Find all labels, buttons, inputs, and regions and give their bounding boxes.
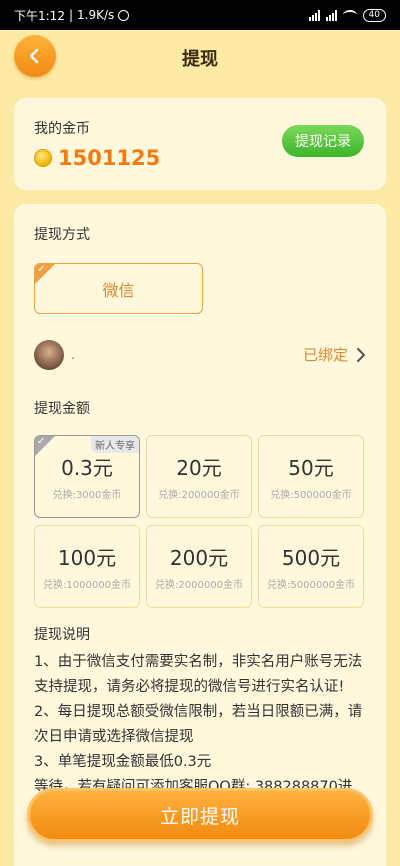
amount-value: 500元 (281, 546, 341, 570)
signal-icon-2 (325, 9, 337, 21)
header: 提现 (0, 30, 400, 86)
amount-exchange: 兑换:500000金币 (270, 490, 352, 501)
bind-account-name: . (71, 348, 75, 362)
alarm-icon (118, 9, 130, 21)
page-title: 提现 (182, 49, 218, 70)
coin-amount: 1501125 (58, 146, 161, 170)
chevron-right-icon (357, 347, 365, 362)
description-line: 2、每日提现总额受微信限制，若当日限额已满，请次日申请或选择微信提现 (34, 704, 363, 745)
method-option-wechat[interactable]: ✓ 微信 (34, 263, 203, 314)
withdraw-now-button[interactable]: 立即提现 (27, 788, 373, 842)
amount-exchange: 兑换:2000000金币 (155, 580, 243, 591)
status-speed: 1.9K/s (77, 8, 115, 22)
coin-label: 我的金币 (34, 121, 90, 137)
status-bar: 下午1:12 | 1.9K/s 40 (0, 0, 400, 30)
amount-title: 提现金额 (34, 401, 90, 417)
amount-option[interactable]: 500元 兑换:5000000金币 (258, 525, 364, 608)
status-time: 下午1:12 (14, 8, 65, 23)
back-button[interactable] (14, 35, 56, 77)
description-line: 1、由于微信支付需要实名制，非实名用户账号无法支持提现，请务必将提现的微信号进行… (34, 654, 363, 695)
coin-value: 1501125 (34, 146, 160, 170)
amount-value: 100元 (57, 546, 117, 570)
battery-icon: 40 (362, 8, 386, 22)
wifi-icon (342, 10, 357, 20)
amount-value: 200元 (169, 546, 229, 570)
coin-icon (34, 149, 52, 167)
new-user-badge: 新人专享 (91, 436, 139, 453)
avatar (34, 340, 64, 370)
coin-card: 我的金币 1501125 提现记录 (14, 98, 386, 190)
amount-value: 0.3元 (61, 456, 113, 480)
chevron-left-icon (29, 48, 39, 64)
description-title: 提现说明 (34, 627, 90, 643)
amount-option[interactable]: 50元 兑换:500000金币 (258, 435, 364, 518)
amount-option[interactable]: 20元 兑换:200000金币 (146, 435, 252, 518)
bind-status[interactable]: 已绑定 (303, 344, 366, 365)
amount-option[interactable]: 100元 兑换:1000000金币 (34, 525, 140, 608)
amount-value: 50元 (288, 456, 334, 480)
amount-value: 20元 (176, 456, 222, 480)
amount-exchange: 兑换:3000金币 (52, 490, 122, 501)
check-icon: ✓ (37, 436, 46, 447)
amount-exchange: 兑换:1000000金币 (43, 580, 131, 591)
amount-option[interactable]: ✓ 新人专享 0.3元 兑换:3000金币 (34, 435, 140, 518)
withdraw-record-button[interactable]: 提现记录 (282, 125, 364, 157)
withdraw-card: 提现方式 ✓ 微信 . 已绑定 提现金额 ✓ 新人专享 0.3元 兑换:3000… (14, 204, 386, 866)
amount-option[interactable]: 200元 兑换:2000000金币 (146, 525, 252, 608)
method-title: 提现方式 (34, 227, 90, 243)
method-option-label: 微信 (102, 280, 135, 300)
check-icon: ✓ (37, 264, 46, 275)
amount-exchange: 兑换:200000金币 (158, 490, 240, 501)
bind-status-label: 已绑定 (302, 346, 348, 364)
amount-exchange: 兑换:5000000金币 (267, 580, 355, 591)
description-line: 3、单笔提现金额最低0.3元 (34, 754, 212, 770)
wechat-binding-row[interactable]: . 已绑定 (34, 338, 366, 372)
signal-icon (308, 9, 320, 21)
